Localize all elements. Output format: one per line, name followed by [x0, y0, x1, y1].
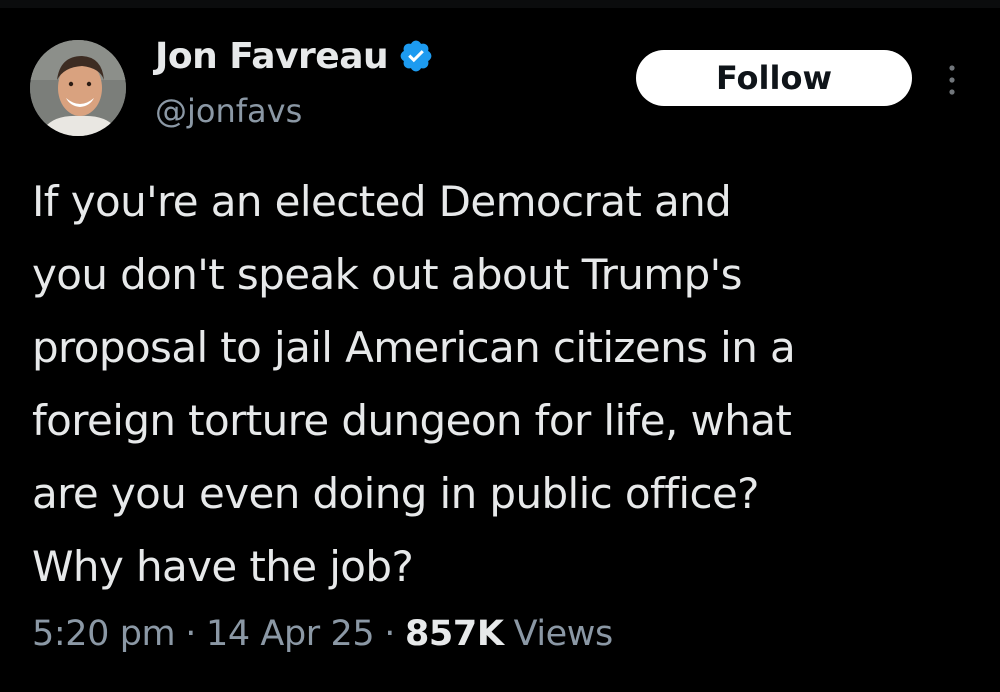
avatar[interactable]: [30, 40, 126, 136]
tweet-text-line: you don't speak out about Trump's: [32, 250, 742, 299]
verified-badge-icon: [400, 40, 432, 72]
author-name-row: Jon Favreau: [155, 32, 434, 80]
views-label: Views: [513, 614, 614, 654]
tweet-text-line: If you're an elected Democrat and: [32, 177, 732, 226]
meta-separator: ·: [384, 614, 395, 654]
tweet-text-line: are you even doing in public office?: [32, 469, 759, 518]
tweet-date[interactable]: 14 Apr 25: [206, 614, 375, 654]
tweet-text-line: foreign torture dungeon for life, what: [32, 396, 792, 445]
author-handle[interactable]: @jonfavs: [155, 92, 302, 130]
more-vertical-icon[interactable]: [940, 60, 964, 100]
tweet-time[interactable]: 5:20 pm: [32, 614, 176, 654]
tweet-text: If you're an elected Democrat and you do…: [32, 165, 972, 603]
views-count: 857K: [404, 614, 504, 654]
tweet-text-line: Why have the job?: [32, 542, 414, 591]
top-divider: [0, 0, 1000, 8]
tweet-text-line: proposal to jail American citizens in a: [32, 323, 796, 372]
tweet-meta: 5:20 pm · 14 Apr 25 · 857K Views: [32, 614, 613, 654]
author-display-name[interactable]: Jon Favreau: [155, 36, 389, 77]
meta-separator: ·: [185, 614, 196, 654]
avatar-photo: [30, 40, 126, 136]
follow-button[interactable]: Follow: [636, 50, 912, 106]
